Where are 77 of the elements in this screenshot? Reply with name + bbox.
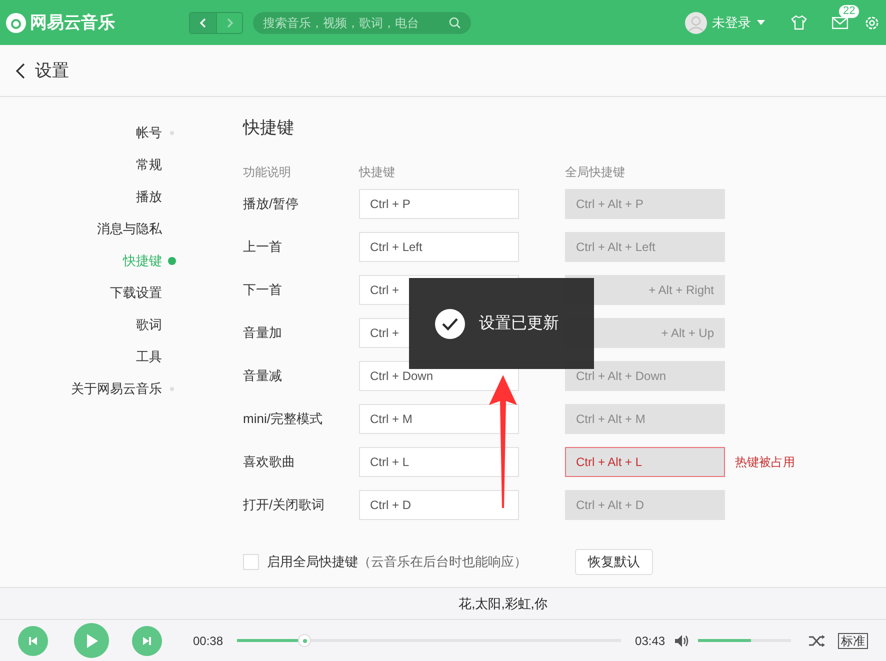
hotkey-value: Ctrl + P bbox=[370, 196, 410, 213]
global-hotkey-value: Ctrl + Alt + P bbox=[576, 196, 644, 213]
action-label: 音量加 bbox=[243, 324, 283, 342]
hotkey-field[interactable]: Ctrl + L bbox=[359, 447, 519, 477]
back-button[interactable] bbox=[190, 12, 216, 32]
next-icon bbox=[142, 636, 152, 646]
global-hotkey-value: + Alt + Right bbox=[648, 282, 714, 299]
action-label: 喜欢歌曲 bbox=[243, 453, 296, 472]
hotkey-value: Ctrl + L bbox=[370, 454, 410, 471]
previous-icon bbox=[28, 636, 38, 646]
quality-button[interactable]: 标准 bbox=[838, 632, 868, 648]
sidebar-item[interactable]: 关于网易云音乐 bbox=[71, 379, 162, 399]
check-circle-icon bbox=[435, 308, 465, 338]
back-icon bbox=[199, 18, 207, 28]
shirt-icon[interactable] bbox=[791, 15, 807, 30]
hotkey-field[interactable]: Ctrl + Left bbox=[359, 232, 519, 262]
sidebar-item[interactable]: 下载设置 bbox=[110, 283, 162, 303]
volume-icon[interactable] bbox=[675, 634, 690, 646]
column-header: 功能说明 bbox=[243, 164, 292, 178]
next-button[interactable] bbox=[132, 626, 162, 656]
page-title: 设置 bbox=[35, 60, 69, 82]
progress-handle[interactable] bbox=[298, 634, 312, 647]
sidebar-item[interactable]: 播放 bbox=[136, 187, 162, 207]
enable-global-checkbox[interactable] bbox=[243, 554, 259, 570]
sidebar-item[interactable]: 常规 bbox=[136, 155, 162, 175]
sidebar-item[interactable]: 工具 bbox=[136, 347, 162, 367]
shuffle-icon[interactable] bbox=[809, 634, 826, 646]
hotkey-value: Ctrl + bbox=[370, 325, 400, 342]
action-label: 上一首 bbox=[243, 238, 283, 256]
action-label: 打开/关闭歌词 bbox=[243, 496, 326, 514]
elapsed-time: 00:38 bbox=[193, 632, 224, 650]
logo-icon bbox=[6, 12, 26, 32]
hotkey-field[interactable]: Ctrl + M bbox=[359, 404, 519, 434]
global-hotkey-value: Ctrl + Alt + D bbox=[576, 497, 644, 514]
global-hotkey-field[interactable]: Ctrl + Alt + L bbox=[565, 447, 725, 477]
search-icon bbox=[449, 16, 461, 28]
message-count-badge: 22 bbox=[839, 4, 860, 18]
hotkey-field[interactable]: Ctrl + D bbox=[359, 490, 519, 520]
previous-button[interactable] bbox=[18, 626, 48, 656]
global-hotkey-value: Ctrl + Alt + L bbox=[576, 454, 642, 471]
checkbox-label[interactable]: 启用全局快捷键 bbox=[267, 552, 358, 572]
hint-text: （云音乐在后台时也能响应） bbox=[358, 552, 527, 571]
forward-icon bbox=[226, 18, 234, 28]
hotkey-value: Ctrl + Down bbox=[370, 368, 434, 385]
global-hotkey-value: + Alt + Up bbox=[661, 325, 714, 342]
action-label: 播放/暂停 bbox=[243, 195, 300, 214]
hotkey-value: Ctrl + bbox=[370, 282, 400, 299]
search-field[interactable]: 搜索音乐，视频，歌词，电台 bbox=[253, 12, 471, 34]
mail-icon[interactable] bbox=[832, 16, 848, 28]
global-hotkey-value: Ctrl + Alt + M bbox=[576, 411, 646, 428]
sidebar-item[interactable]: 歌词 bbox=[136, 315, 162, 335]
caret-icon[interactable] bbox=[757, 20, 765, 25]
volume-track[interactable] bbox=[698, 639, 792, 642]
hotkey-value: Ctrl + M bbox=[370, 411, 412, 428]
play-button[interactable] bbox=[74, 623, 109, 658]
action-label: 下一首 bbox=[243, 281, 283, 300]
play-icon bbox=[86, 634, 98, 648]
global-hotkey-value: Ctrl + Alt + Down bbox=[576, 368, 666, 385]
avatar-icon[interactable] bbox=[685, 12, 707, 34]
hotkey-field[interactable]: Ctrl + P bbox=[359, 189, 519, 219]
section-title: 快捷键 bbox=[243, 117, 295, 139]
column-header: 快捷键 bbox=[359, 164, 396, 178]
column-header: 全局快捷键 bbox=[565, 164, 625, 178]
lyric-line: 花,太阳,彩虹,你 bbox=[458, 594, 548, 613]
settings-icon[interactable] bbox=[864, 14, 880, 30]
toast-message: 设置已更新 bbox=[479, 314, 559, 334]
hotkey-value: Ctrl + D bbox=[370, 497, 412, 514]
app-name: 网易云音乐 bbox=[30, 12, 115, 34]
hotkey-value: Ctrl + Left bbox=[370, 239, 422, 256]
reset-button[interactable]: 恢复默认 bbox=[575, 548, 653, 574]
action-label: 音量减 bbox=[243, 367, 283, 386]
action-label: mini/完整模式 bbox=[243, 410, 324, 428]
duration-time: 03:43 bbox=[635, 632, 666, 650]
conflict-warning: 热键被占用 bbox=[735, 454, 795, 471]
sidebar-item[interactable]: 消息与隐私 bbox=[97, 219, 162, 239]
global-hotkey-value: Ctrl + Alt + Left bbox=[576, 239, 656, 256]
sidebar-item[interactable]: 帐号 bbox=[136, 123, 162, 143]
